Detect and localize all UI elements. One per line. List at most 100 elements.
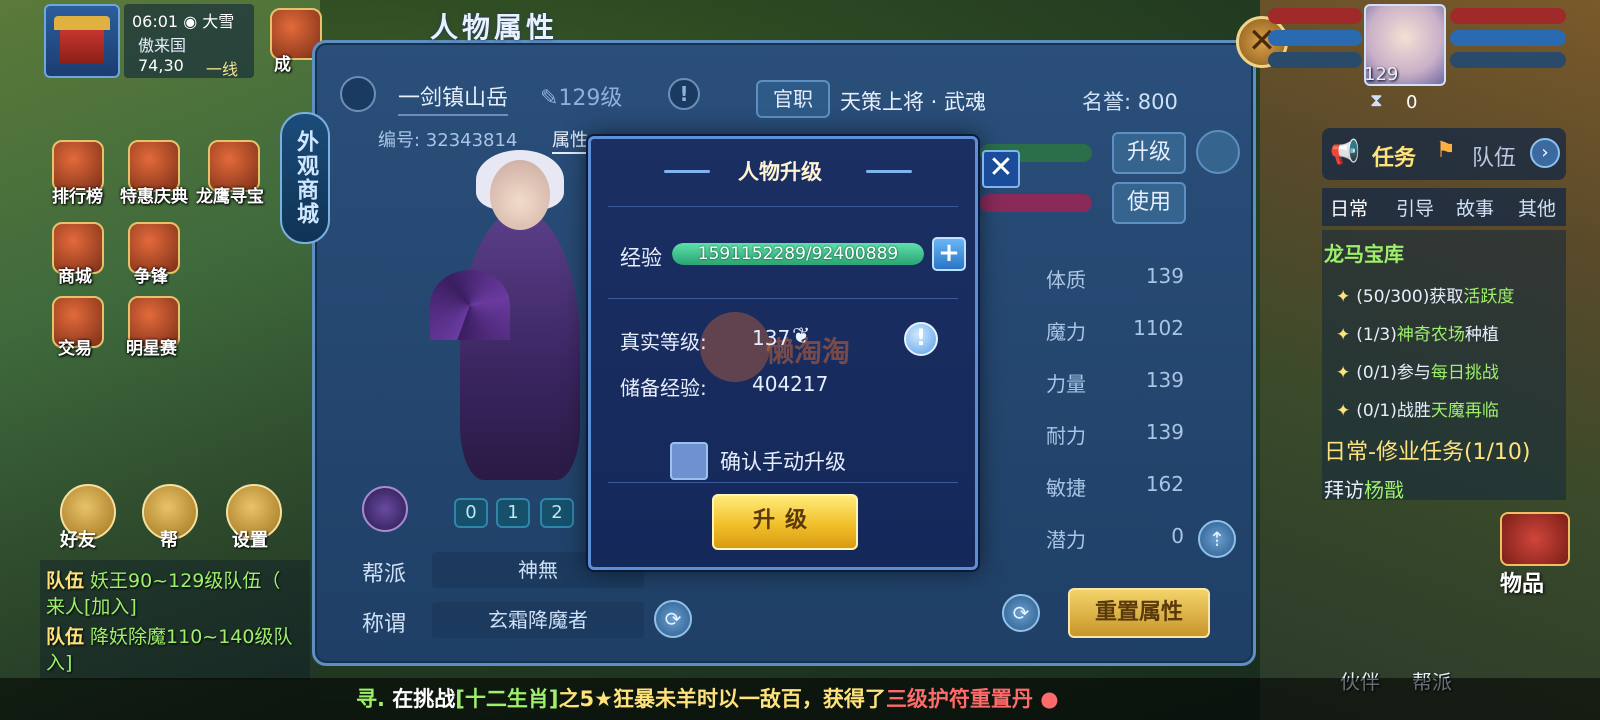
- chat-line: 队伍 妖王90~129级队伍（: [46, 570, 281, 592]
- confirm-manual-checkbox[interactable]: [670, 442, 708, 480]
- chevron-right-icon[interactable]: ›: [1530, 138, 1560, 168]
- info-icon[interactable]: !: [904, 322, 938, 356]
- panel-title: 人物属性: [430, 11, 559, 44]
- stats-list: 体质 139 魔力 1102 力量 139 耐力 139 敏捷 162 潜力 0: [1046, 264, 1196, 576]
- title-decoration: [866, 170, 912, 173]
- weather-text: 大雪: [202, 12, 235, 31]
- items-label: 物品: [1500, 572, 1545, 597]
- hp-bar: [1268, 8, 1362, 24]
- level-info-icon[interactable]: !: [668, 78, 700, 110]
- character-name[interactable]: 一剑镇山岳: [398, 80, 509, 116]
- anger-bar: [1268, 52, 1362, 68]
- hp-mini-bar: [980, 194, 1092, 212]
- stat-row: 魔力 1102: [1046, 316, 1184, 344]
- task-item[interactable]: ✦ (50/300)获取活跃度: [1336, 282, 1514, 307]
- stat-row: 潜力 0: [1046, 524, 1184, 552]
- tab-guide[interactable]: 引导: [1396, 194, 1434, 221]
- official-title: 天策上将 · 武魂: [840, 90, 987, 114]
- divider: [608, 206, 958, 207]
- mp-bar: [1268, 30, 1362, 46]
- switch-title-icon[interactable]: ⟳: [654, 600, 692, 638]
- wifi-icon: ◉: [183, 12, 198, 31]
- task-item[interactable]: ✦ (0/1)战胜天魔再临: [1336, 396, 1499, 421]
- horn-icon: 📢: [1330, 138, 1360, 166]
- divider: [608, 298, 958, 299]
- daily-task-title[interactable]: 日常-修业任务(1/10): [1324, 434, 1531, 466]
- fan-icon: [430, 270, 510, 340]
- exp-progress-bar: 1591152289/92400889: [672, 243, 924, 265]
- tab-other[interactable]: 其他: [1518, 194, 1556, 221]
- palace-icon: [54, 16, 110, 64]
- mushroom-icon: ●: [1032, 687, 1059, 711]
- status-bar: 06:01 ◉ 大雪 傲来国 74,30 一线: [124, 4, 254, 80]
- map-coords: 74,30: [138, 56, 184, 75]
- reset-attributes-button[interactable]: 重置属性: [1068, 588, 1210, 638]
- pen-icon: ✎: [540, 86, 559, 111]
- compete-label: 争锋: [134, 267, 168, 287]
- scroll-up-icon[interactable]: ⇡: [1198, 520, 1236, 558]
- gang-label: 帮派: [362, 562, 407, 587]
- trade-label: 交易: [58, 339, 92, 359]
- chat-line: 来人[加入]: [46, 596, 137, 618]
- tab-team[interactable]: 队伍: [1472, 140, 1516, 172]
- fame-value: 名誉: 800: [1082, 90, 1178, 114]
- faction-badge-icon: [340, 76, 376, 112]
- achievement-label: 成: [274, 55, 291, 75]
- channel-line[interactable]: 一线: [206, 56, 238, 80]
- shop-label: 商城: [58, 267, 92, 287]
- help-label: 帮: [160, 530, 178, 551]
- confirm-manual-label: 确认手动升级: [720, 450, 846, 474]
- task-group-title[interactable]: 龙马宝库: [1324, 238, 1404, 267]
- friends-label: 好友: [60, 530, 96, 551]
- real-level-value: 137: [752, 326, 791, 350]
- title-value: 玄霜降魔者: [432, 602, 644, 638]
- divider: [608, 482, 958, 483]
- exp-value: 1591152289/92400889: [697, 244, 899, 264]
- switch-icon[interactable]: ⟳: [1002, 594, 1040, 632]
- appearance-shop-button[interactable]: 外观商城: [280, 112, 330, 244]
- chat-line: 队伍 降妖除魔110~140级队: [46, 626, 293, 648]
- bag-icon[interactable]: [1500, 512, 1570, 566]
- task-item[interactable]: ✦ (0/1)参与每日挑战: [1336, 358, 1499, 383]
- chat-line: 入]: [46, 652, 73, 674]
- dragon-treasure-label: 龙鹰寻宝: [196, 187, 264, 207]
- celebration-label: 特惠庆典: [120, 187, 188, 207]
- flag-icon: ⚑: [1436, 138, 1456, 163]
- clock-time: 06:01: [132, 12, 179, 31]
- use-side-button[interactable]: 使用: [1112, 182, 1186, 224]
- upgrade-side-button[interactable]: 升级: [1112, 132, 1186, 174]
- player-level: 129: [1364, 64, 1399, 85]
- tab-task[interactable]: 任务: [1372, 140, 1416, 172]
- stat-row: 耐力 139: [1046, 420, 1184, 448]
- slot-2[interactable]: 2: [540, 498, 574, 528]
- slot-1[interactable]: 1: [496, 498, 530, 528]
- dialog-close-button[interactable]: ✕: [982, 150, 1020, 188]
- task-item[interactable]: ✦ (1/3)神奇农场种植: [1336, 320, 1499, 345]
- character-id: 编号: 32343814: [378, 130, 518, 151]
- slot-0[interactable]: 0: [454, 498, 488, 528]
- add-exp-button[interactable]: +: [932, 237, 966, 271]
- title-label: 称谓: [362, 612, 407, 637]
- reserve-exp-value: 404217: [752, 372, 829, 396]
- gift-icon[interactable]: [1196, 130, 1240, 174]
- stat-row: 体质 139: [1046, 264, 1184, 292]
- reserve-exp-label: 储备经验:: [620, 376, 707, 400]
- server-avatar[interactable]: [44, 4, 120, 78]
- pet-exp-bar: [1450, 52, 1566, 68]
- star-match-label: 明星赛: [126, 339, 177, 359]
- tab-story[interactable]: 故事: [1456, 194, 1494, 221]
- ranking-label: 排行榜: [52, 187, 103, 207]
- stat-row: 力量 139: [1046, 368, 1184, 396]
- server-name: 傲来国: [138, 36, 187, 55]
- official-button[interactable]: 官职: [756, 80, 830, 118]
- tab-daily[interactable]: 日常: [1330, 194, 1368, 221]
- player-counter: 0: [1406, 92, 1418, 113]
- character-level: ✎129级: [540, 86, 623, 111]
- school-emblem-icon: [362, 486, 408, 532]
- daily-task-target[interactable]: 拜访杨戬: [1324, 474, 1404, 503]
- level-up-button[interactable]: 升级: [712, 494, 858, 550]
- wing-icon: ❦: [792, 324, 811, 349]
- stat-row: 敏捷 162: [1046, 472, 1184, 500]
- system-broadcast: 寻. 在挑战[十二生肖]之5★狂暴未羊时以一敌百，获得了三级护符重置丹 ●: [0, 678, 1600, 720]
- dialog-title: 人物升级: [738, 160, 822, 184]
